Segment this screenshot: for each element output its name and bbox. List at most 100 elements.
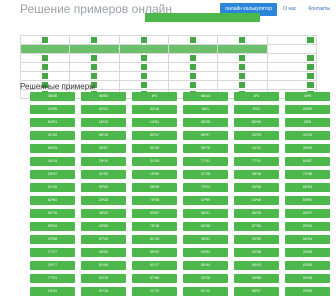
example-button[interactable]: 62*75	[81, 274, 126, 283]
example-button[interactable]: 68*57	[234, 287, 279, 296]
example-button[interactable]: 19*77	[30, 261, 75, 270]
example-button[interactable]: 33*55	[285, 248, 330, 257]
example-button[interactable]: 92*63	[81, 183, 126, 192]
example-button[interactable]: 18*5	[285, 92, 330, 101]
example-button[interactable]: 31*29	[132, 157, 177, 166]
example-button[interactable]: 61*27	[132, 261, 177, 270]
calculator-key[interactable]	[239, 64, 246, 70]
example-button[interactable]: 36*31	[183, 235, 228, 244]
example-button[interactable]: 14*11	[234, 144, 279, 153]
calculator-key[interactable]	[91, 55, 98, 61]
example-button[interactable]: 46*63	[81, 248, 126, 257]
example-button[interactable]: 47*59	[183, 196, 228, 205]
example-button[interactable]: 33*23	[234, 131, 279, 140]
calculator-display[interactable]	[145, 13, 260, 22]
example-button[interactable]: 55*75	[183, 144, 228, 153]
example-button[interactable]: 56*41	[183, 209, 228, 218]
example-button[interactable]: 5*51	[234, 105, 279, 114]
example-button[interactable]: 98/54	[81, 92, 126, 101]
calculator-key[interactable]	[91, 37, 98, 43]
example-button[interactable]: 41*52	[81, 170, 126, 179]
example-button[interactable]: 62*64	[30, 196, 75, 205]
example-button[interactable]: 16*45	[234, 196, 279, 205]
example-button[interactable]: 32/16	[132, 105, 177, 114]
example-button[interactable]: 57*88	[132, 274, 177, 283]
example-button[interactable]: 99*34	[30, 222, 75, 231]
example-button[interactable]: 28*6	[285, 118, 330, 127]
example-button[interactable]: 56*25	[234, 209, 279, 218]
calculator-key[interactable]	[306, 82, 314, 88]
example-button[interactable]: 91*15	[81, 287, 126, 296]
example-button[interactable]: 14*51	[132, 118, 177, 127]
example-button[interactable]: 58*28	[132, 183, 177, 192]
example-button[interactable]: 77*27	[30, 248, 75, 257]
calculator-key[interactable]	[190, 37, 197, 43]
example-button[interactable]: 62*36	[183, 222, 228, 231]
example-button[interactable]: 53*46	[234, 183, 279, 192]
calculator-key[interactable]	[140, 55, 147, 61]
example-button[interactable]: 94*93	[183, 248, 228, 257]
calculator-key[interactable]	[42, 37, 49, 43]
calculator-key[interactable]	[190, 82, 197, 88]
example-button[interactable]: 6*4	[132, 92, 177, 101]
example-button[interactable]: 67*53	[234, 222, 279, 231]
calculator-key[interactable]	[306, 64, 314, 70]
calculator-key[interactable]	[239, 82, 246, 88]
example-button[interactable]: 64*51	[30, 118, 75, 127]
calculator-key[interactable]	[42, 55, 49, 61]
calculator-key[interactable]	[239, 73, 246, 79]
example-button[interactable]: 58*64	[285, 235, 330, 244]
example-button[interactable]: 15*59	[132, 170, 177, 179]
calculator-key[interactable]	[190, 73, 197, 79]
example-button[interactable]: 86*83	[285, 183, 330, 192]
calculator-key[interactable]	[239, 37, 246, 43]
example-button[interactable]: 77*31	[30, 274, 75, 283]
example-button[interactable]: 75*28	[132, 196, 177, 205]
example-button[interactable]: 51*46	[81, 261, 126, 270]
example-button[interactable]: 75*18	[132, 222, 177, 231]
example-button[interactable]: 92*49	[132, 144, 177, 153]
calculator-key[interactable]	[140, 37, 147, 43]
example-button[interactable]: 38*18	[234, 170, 279, 179]
calculator-key[interactable]	[140, 64, 147, 70]
calculator-key[interactable]	[306, 73, 314, 79]
example-button[interactable]: 23*58	[30, 235, 75, 244]
example-button[interactable]: 21*70	[132, 287, 177, 296]
example-button[interactable]: 73*23	[183, 183, 228, 192]
calculator-key[interactable]	[306, 37, 314, 43]
example-button[interactable]: 16*24	[30, 287, 75, 296]
example-button[interactable]: 63*59	[285, 261, 330, 270]
example-button[interactable]: 77*31	[183, 157, 228, 166]
example-button[interactable]: 21*25	[183, 170, 228, 179]
example-button[interactable]: 99*66	[285, 274, 330, 283]
example-button[interactable]: 93*67	[132, 209, 177, 218]
example-button[interactable]: 16*10	[81, 118, 126, 127]
example-button[interactable]: 48*32	[81, 209, 126, 218]
calculator-key[interactable]	[140, 82, 147, 88]
example-button[interactable]: 86/43	[183, 92, 228, 101]
example-button[interactable]: 72*38	[285, 170, 330, 179]
calculator-key[interactable]	[42, 73, 49, 79]
example-button[interactable]: 89/1	[183, 105, 228, 114]
example-button[interactable]: 85*25	[183, 118, 228, 127]
example-button[interactable]: 81*26	[132, 235, 177, 244]
example-button[interactable]: 57*43	[81, 235, 126, 244]
example-button[interactable]: 66*33	[30, 144, 75, 153]
example-button[interactable]: 82*47	[132, 131, 177, 140]
example-button[interactable]: 30*69	[285, 144, 330, 153]
example-button[interactable]: 25*28	[81, 196, 126, 205]
example-button[interactable]: 85*97	[183, 131, 228, 140]
example-button[interactable]: 55*92	[132, 248, 177, 257]
example-button[interactable]: 29*10	[81, 157, 126, 166]
example-button[interactable]: 25*88	[234, 274, 279, 283]
calculator-key[interactable]	[190, 55, 197, 61]
example-button[interactable]: 84*67	[285, 157, 330, 166]
calculator-key[interactable]	[91, 64, 98, 70]
example-button[interactable]: 21*45	[30, 183, 75, 192]
example-button[interactable]: 5*3	[234, 92, 279, 101]
example-button[interactable]: 31*49	[30, 131, 75, 140]
example-button[interactable]: 63*37	[285, 209, 330, 218]
example-button[interactable]: 25*37	[30, 170, 75, 179]
calculator-key[interactable]	[306, 55, 314, 61]
calculator-key[interactable]	[190, 64, 197, 70]
